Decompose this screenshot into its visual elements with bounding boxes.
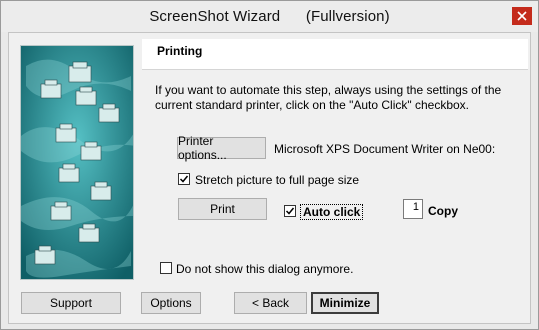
- close-button[interactable]: [512, 7, 532, 25]
- options-button[interactable]: Options: [141, 292, 201, 314]
- checkmark-icon: [179, 175, 189, 183]
- copies-label: Copy: [428, 204, 458, 218]
- stretch-checkbox[interactable]: [178, 173, 190, 185]
- close-icon: [517, 11, 527, 21]
- dont-show-checkbox[interactable]: [160, 262, 172, 274]
- wizard-side-image: [20, 45, 134, 280]
- minimize-button[interactable]: Minimize: [311, 292, 379, 314]
- printer-name-label: Microsoft XPS Document Writer on Ne00:: [274, 142, 496, 156]
- instructions-text: If you want to automate this step, alway…: [155, 83, 502, 112]
- back-button[interactable]: < Back: [234, 292, 307, 314]
- copies-input[interactable]: 1: [403, 199, 423, 219]
- printer-options-button[interactable]: Printer options...: [177, 134, 266, 162]
- window-title: ScreenShot Wizard (Fullversion): [149, 8, 390, 25]
- stretch-label[interactable]: Stretch picture to full page size: [195, 173, 359, 187]
- auto-click-checkbox[interactable]: [284, 205, 296, 217]
- support-button[interactable]: Support: [21, 292, 121, 314]
- wizard-window: ScreenShot Wizard (Fullversion) Printing…: [0, 0, 539, 330]
- dont-show-label[interactable]: Do not show this dialog anymore.: [176, 262, 353, 276]
- title-bar[interactable]: ScreenShot Wizard (Fullversion): [1, 1, 538, 32]
- auto-click-label[interactable]: Auto click: [300, 204, 364, 220]
- page-title: Printing: [157, 44, 203, 58]
- print-button[interactable]: Print: [178, 198, 267, 220]
- checkmark-icon: [285, 207, 295, 215]
